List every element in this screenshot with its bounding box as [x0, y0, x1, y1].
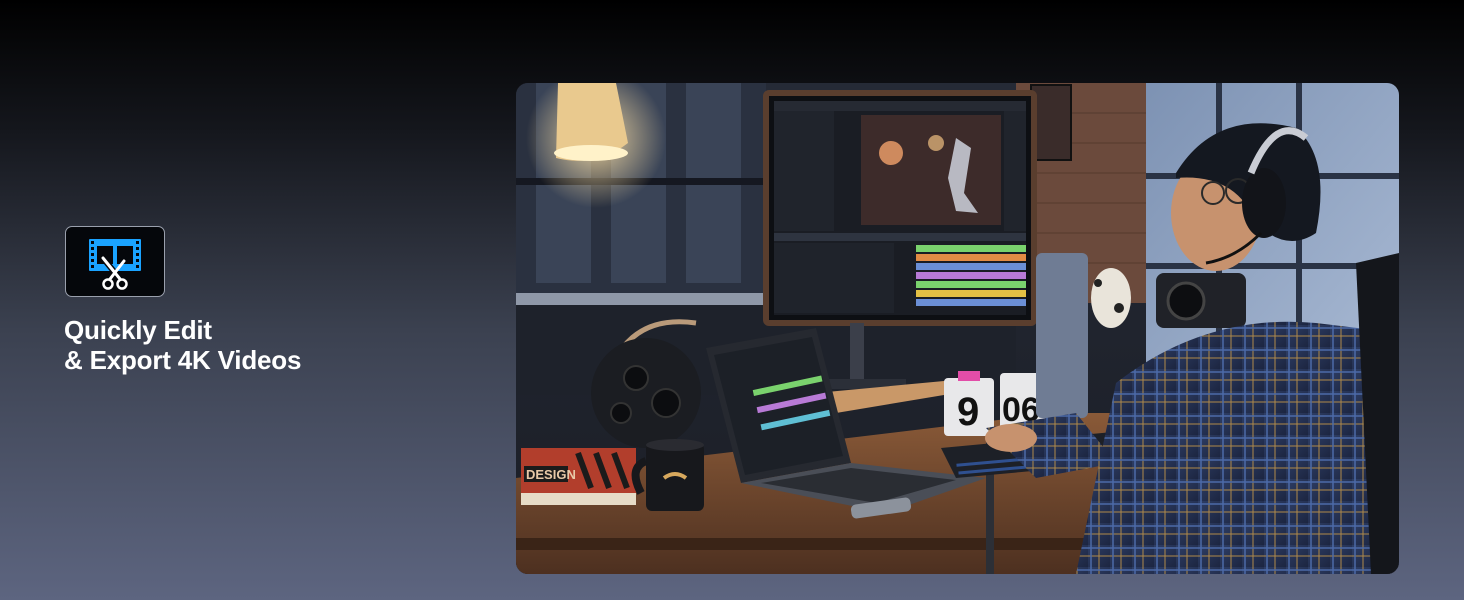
feature-title-line-2: & Export 4K Videos: [64, 345, 302, 375]
dog-figurine: [1091, 268, 1131, 328]
clock-hour: 9: [957, 390, 979, 434]
feature-title: Quickly Edit & Export 4K Videos: [64, 315, 301, 375]
hero-photo: DESIGN 9 06: [516, 83, 1399, 574]
headphone-cup: [1242, 168, 1286, 238]
workspace-illustration: DESIGN 9 06: [516, 83, 1399, 574]
camera: [1156, 273, 1246, 328]
feature-title-line-1: Quickly Edit: [64, 315, 212, 345]
design-box-label: DESIGN: [526, 467, 576, 482]
pc-tower: [1036, 253, 1088, 418]
video-edit-icon: [65, 226, 165, 297]
design-box: DESIGN: [521, 448, 636, 505]
film-scissors-icon: [89, 239, 141, 290]
